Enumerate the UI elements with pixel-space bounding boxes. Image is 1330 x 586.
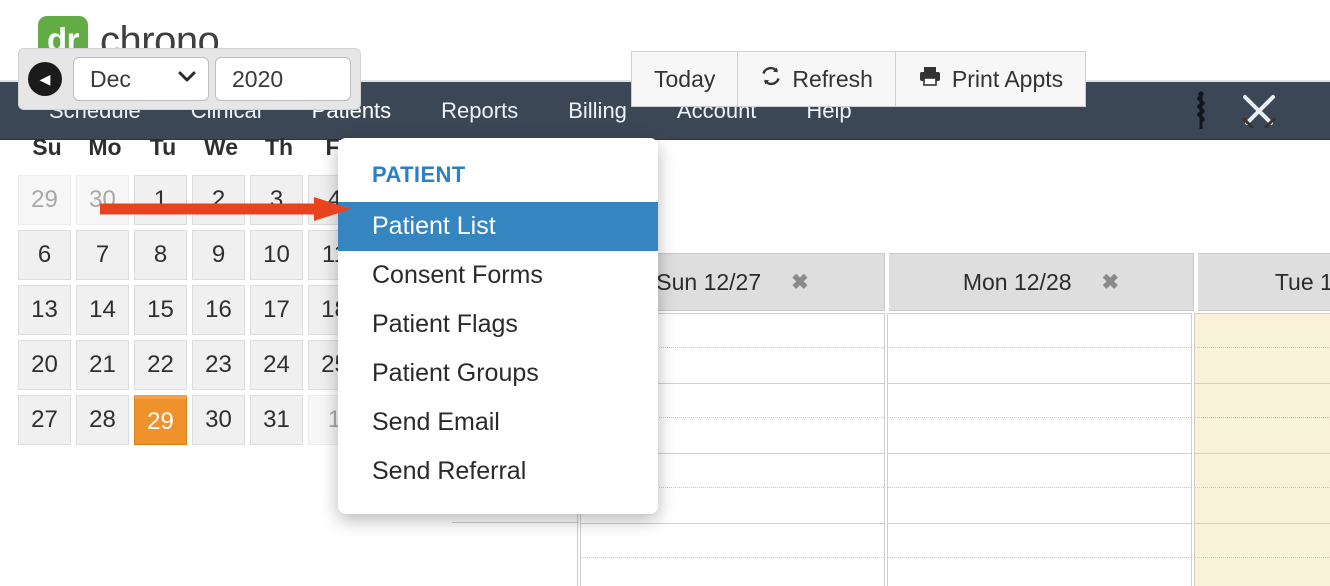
mini-calendar-day[interactable]: 10	[250, 230, 303, 280]
day-column-label: Mon 12/28	[962, 268, 1072, 295]
half-hour-gridline	[888, 487, 1191, 488]
dropdown-item-patient-list[interactable]: Patient List	[338, 202, 658, 251]
nav-icon-group	[1172, 82, 1330, 140]
hour-gridline	[1195, 383, 1330, 384]
month-select[interactable]: Dec	[73, 57, 209, 101]
patients-dropdown-menu: PATIENT Patient List Consent Forms Patient…	[338, 138, 658, 514]
toolbar-button-group: Today Refresh Print Appts	[631, 51, 1087, 107]
mini-calendar-day[interactable]: 28	[76, 395, 129, 445]
printer-icon	[918, 65, 942, 93]
hour-gridline	[888, 523, 1191, 524]
dropdown-item-patient-flags[interactable]: Patient Flags	[338, 300, 658, 349]
day-column-body[interactable]	[1194, 313, 1330, 586]
weekday-mo: Mo	[88, 134, 122, 160]
mini-calendar-day[interactable]: 31	[250, 395, 303, 445]
chevron-down-icon	[178, 70, 196, 88]
hour-gridline	[1195, 523, 1330, 524]
day-column-header[interactable]: Mon 12/28 ✖	[889, 253, 1194, 311]
weekday-we: We	[203, 134, 239, 160]
mini-calendar-day[interactable]: 30	[192, 395, 245, 445]
mini-calendar-day[interactable]: 3	[250, 175, 303, 225]
mini-calendar-day[interactable]: 9	[192, 230, 245, 280]
day-columns-body	[580, 313, 1330, 586]
close-icon[interactable]: ✖	[1102, 270, 1120, 295]
date-selector-bar: ◀ Dec 2020	[18, 48, 361, 110]
crossed-swords-icon[interactable]	[1230, 82, 1288, 140]
dropdown-item-consent-forms[interactable]: Consent Forms	[338, 251, 658, 300]
mini-calendar-day[interactable]: 27	[18, 395, 71, 445]
day-column-body[interactable]	[887, 313, 1192, 586]
year-select-value: 2020	[232, 65, 284, 92]
today-button-label: Today	[654, 65, 716, 92]
half-hour-gridline	[1195, 557, 1330, 558]
mini-calendar-day-today[interactable]: 29	[134, 395, 187, 445]
hour-gridline	[1195, 313, 1330, 314]
mini-calendar-day[interactable]: 16	[192, 285, 245, 335]
mini-calendar-day[interactable]: 7	[76, 230, 129, 280]
drchrono-schedule-page: dr chrono Schedule Clinical Patients Rep…	[0, 0, 1330, 586]
half-hour-gridline	[1195, 417, 1330, 418]
mini-calendar-day[interactable]: 24	[250, 340, 303, 390]
half-hour-gridline	[1195, 347, 1330, 348]
mini-calendar-day[interactable]: 6	[18, 230, 71, 280]
dropdown-item-send-email[interactable]: Send Email	[338, 398, 658, 447]
day-column-header[interactable]: Tue 12/29✖	[1198, 253, 1330, 311]
half-hour-gridline	[888, 557, 1191, 558]
hour-gridline	[1195, 453, 1330, 454]
weekday-su: Su	[32, 134, 62, 160]
mini-calendar-day[interactable]: 14	[76, 285, 129, 335]
mini-calendar-day[interactable]: 20	[18, 340, 71, 390]
half-hour-gridline	[581, 557, 884, 558]
mini-calendar-day[interactable]: 8	[134, 230, 187, 280]
mini-calendar-day[interactable]: 1	[134, 175, 187, 225]
day-column-headers: Sun 12/27 ✖ Mon 12/28 ✖ Tue 12/29✖	[580, 253, 1330, 311]
today-button[interactable]: Today	[631, 51, 739, 107]
mini-calendar-day[interactable]: 22	[134, 340, 187, 390]
dropdown-item-send-referral[interactable]: Send Referral	[338, 447, 658, 496]
mini-calendar-day[interactable]: 2	[192, 175, 245, 225]
print-appts-button[interactable]: Print Appts	[895, 51, 1087, 107]
mini-calendar-day[interactable]: 17	[250, 285, 303, 335]
day-column-label: Tue 12/29	[1274, 268, 1330, 295]
mini-calendar-day[interactable]: 29	[18, 175, 71, 225]
hour-gridline	[888, 313, 1191, 314]
dropdown-item-list: Patient List Consent Forms Patient Flags Pa…	[338, 202, 658, 496]
print-appts-button-label: Print Appts	[951, 65, 1064, 92]
mini-calendar-day[interactable]: 15	[134, 285, 187, 335]
day-column-label: Sun 12/27	[656, 268, 762, 295]
close-icon[interactable]: ✖	[791, 270, 809, 295]
dropdown-section-header: PATIENT	[372, 162, 466, 187]
previous-period-button[interactable]: ◀	[28, 62, 62, 96]
mini-calendar-day[interactable]: 21	[76, 340, 129, 390]
month-select-value: Dec	[90, 65, 131, 92]
half-hour-gridline	[888, 417, 1191, 418]
mini-calendar-day[interactable]: 13	[18, 285, 71, 335]
left-arrow-icon: ◀	[39, 70, 51, 87]
mini-calendar-day[interactable]: 30	[76, 175, 129, 225]
weekday-th: Th	[264, 134, 294, 160]
caduceus-icon[interactable]	[1172, 82, 1230, 140]
year-select[interactable]: 2020	[215, 57, 351, 101]
refresh-icon	[760, 65, 782, 93]
hour-gridline	[888, 383, 1191, 384]
refresh-button-label: Refresh	[792, 65, 873, 92]
weekday-tu: Tu	[149, 134, 177, 160]
hour-gridline	[888, 453, 1191, 454]
schedule-toolbar: ◀ Dec 2020 Today Refresh Print Appts	[18, 48, 1102, 110]
dropdown-item-patient-groups[interactable]: Patient Groups	[338, 349, 658, 398]
mini-calendar-day[interactable]: 23	[192, 340, 245, 390]
refresh-button[interactable]: Refresh	[738, 51, 896, 107]
half-hour-gridline	[1195, 487, 1330, 488]
hour-gridline	[581, 523, 884, 524]
half-hour-gridline	[888, 347, 1191, 348]
